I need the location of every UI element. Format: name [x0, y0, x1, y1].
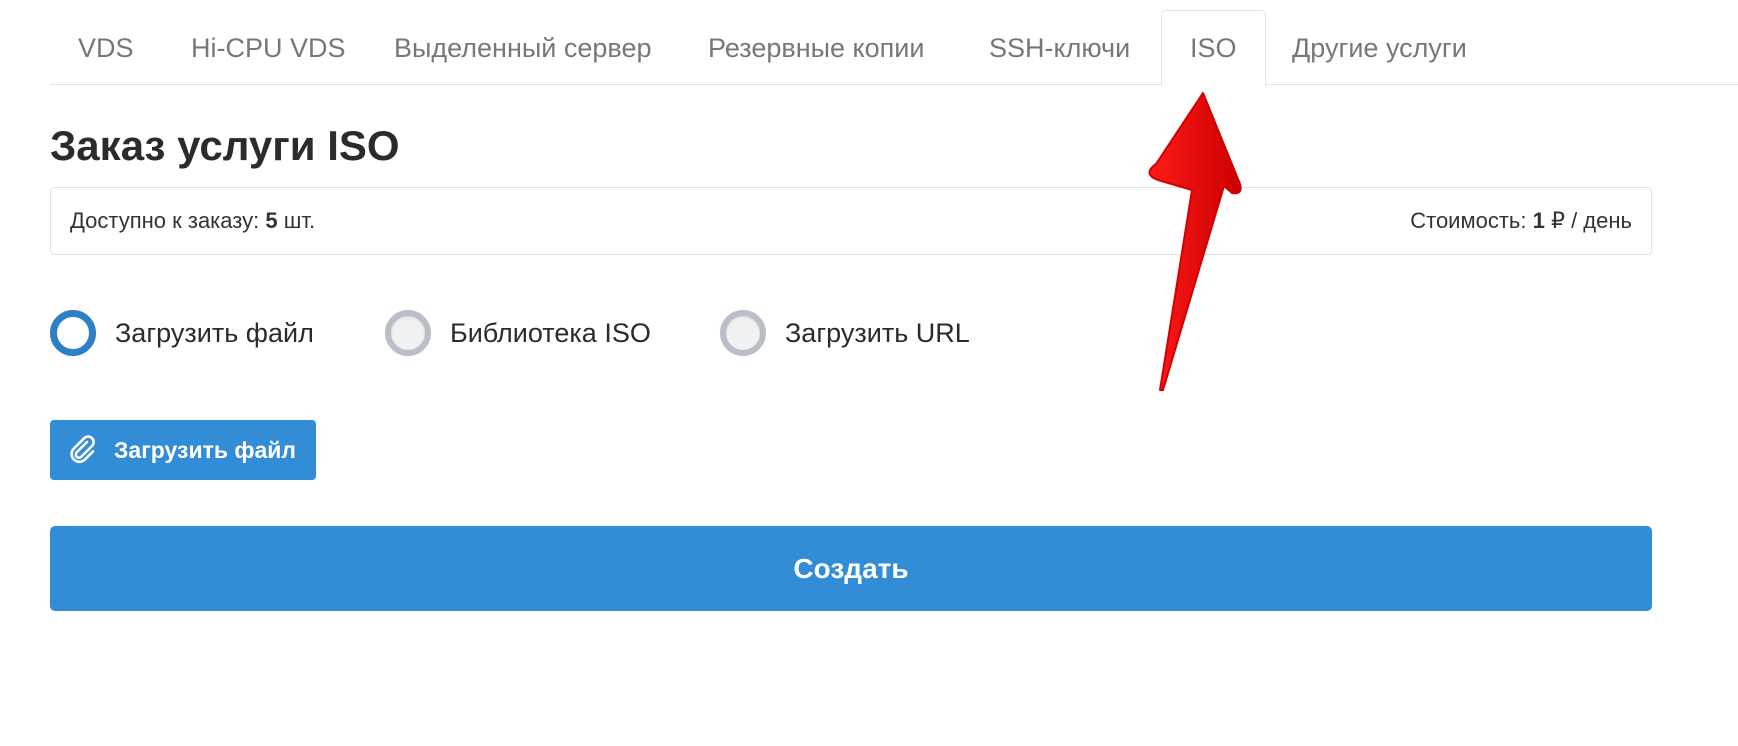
upload-file-button-label: Загрузить файл: [114, 436, 297, 463]
tab-iso[interactable]: ISO: [1161, 10, 1266, 86]
order-info-box: Доступно к заказу: 5 шт. Стоимость: 1 ₽ …: [50, 187, 1652, 255]
tab-other-services[interactable]: Другие услуги: [1292, 10, 1467, 85]
radio-upload-file[interactable]: Загрузить файл: [50, 310, 314, 356]
tab-hi-cpu-vds[interactable]: Hi-CPU VDS: [191, 10, 346, 85]
radio-iso-library[interactable]: Библиотека ISO: [385, 310, 651, 356]
tab-dedicated-server[interactable]: Выделенный сервер: [394, 10, 651, 85]
available-unit: шт.: [277, 208, 316, 233]
tab-bar: VDS Hi-CPU VDS Выделенный сервер Резервн…: [50, 10, 1738, 86]
cost-label: Стоимость:: [1410, 208, 1533, 233]
available-count: 5: [265, 208, 278, 233]
page-title: Заказ услуги ISO: [50, 122, 400, 169]
tab-vds[interactable]: VDS: [78, 10, 134, 85]
cost-value: 1: [1532, 208, 1545, 233]
available-label: Доступно к заказу:: [70, 208, 266, 233]
cost-info: Стоимость: 1 ₽ / день: [1410, 188, 1632, 254]
radio-label-upload-url: Загрузить URL: [785, 317, 970, 348]
cost-unit: ₽ / день: [1544, 208, 1632, 233]
availability-info: Доступно к заказу: 5 шт.: [70, 188, 315, 254]
tab-backups[interactable]: Резервные копии: [708, 10, 924, 85]
radio-upload-url[interactable]: Загрузить URL: [720, 310, 970, 356]
radio-label-upload-file: Загрузить файл: [115, 317, 314, 348]
annotation-arrow: [1148, 92, 1242, 391]
radio-unselected-indicator[interactable]: [720, 310, 766, 356]
upload-file-button[interactable]: Загрузить файл: [50, 420, 316, 480]
radio-unselected-indicator[interactable]: [385, 310, 431, 356]
paperclip-icon: [67, 434, 99, 466]
tab-ssh-keys[interactable]: SSH-ключи: [989, 10, 1130, 85]
create-button[interactable]: Создать: [50, 526, 1652, 611]
radio-selected-indicator[interactable]: [50, 310, 96, 356]
radio-label-iso-library: Библиотека ISO: [450, 317, 651, 348]
